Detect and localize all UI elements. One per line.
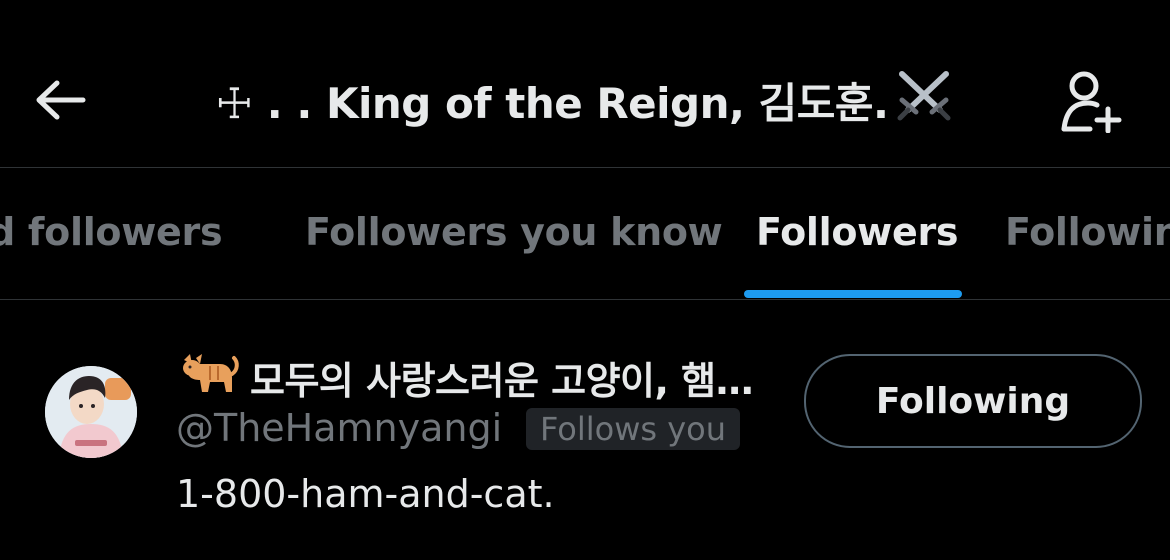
page-title: ☩ . . King of the Reign, 김도훈. [130, 70, 1040, 136]
user-bio: 1-800-ham-and-cat. [176, 472, 555, 516]
page-title-text: ☩ . . King of the Reign, 김도훈. [215, 79, 889, 128]
arrow-left-icon [36, 80, 86, 120]
following-button[interactable]: Following [804, 354, 1142, 448]
tab-followers-you-know[interactable]: Followers you know [305, 210, 723, 254]
add-user-button[interactable] [1055, 68, 1127, 134]
cat-emoji-icon [176, 352, 240, 407]
tab-following[interactable]: Following [1005, 210, 1170, 254]
user-list-item[interactable]: 모두의 사랑스러운 고양이, 햄… @TheHamnyangi Follows … [0, 300, 1170, 560]
user-display-name[interactable]: 모두의 사랑스러운 고양이, 햄… [176, 350, 754, 407]
follows-you-badge: Follows you [526, 408, 741, 450]
tab-bar: Verified followers Followers you know Fo… [0, 168, 1170, 300]
back-button[interactable] [30, 70, 90, 130]
add-user-icon [1061, 71, 1122, 133]
tab-verified-followers[interactable]: Verified followers [0, 210, 223, 254]
avatar[interactable] [45, 366, 137, 458]
crossed-swords-icon [894, 70, 954, 136]
top-header: ☩ . . King of the Reign, 김도훈. [0, 0, 1170, 168]
user-display-name-text: 모두의 사랑스러운 고양이, 햄… [250, 359, 754, 403]
tab-followers[interactable]: Followers [756, 210, 959, 254]
user-handle[interactable]: @TheHamnyangi [176, 406, 502, 450]
active-tab-indicator [744, 290, 962, 298]
